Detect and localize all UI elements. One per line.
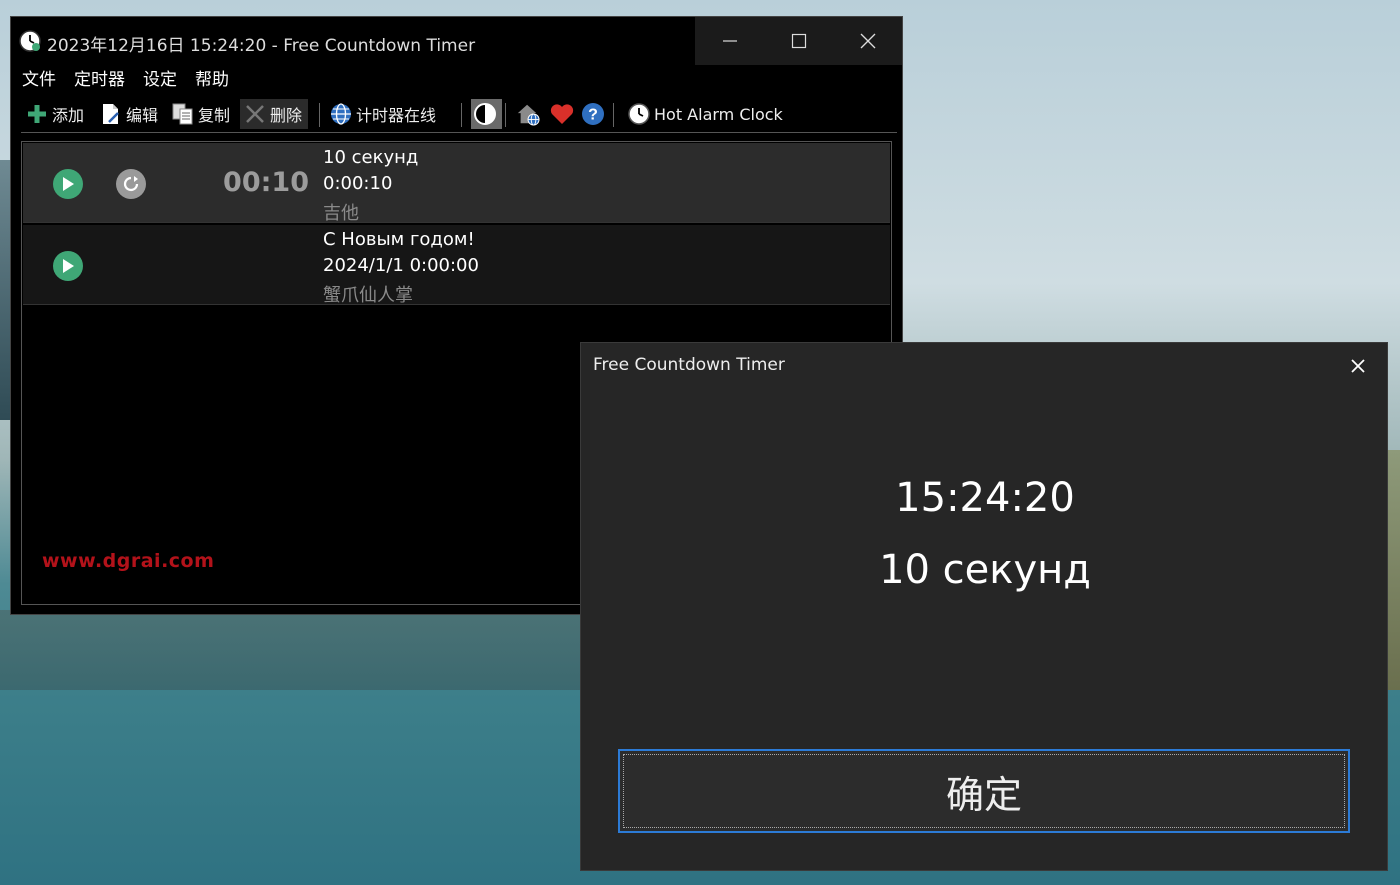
delete-label: 删除 bbox=[270, 106, 303, 125]
play-icon bbox=[63, 259, 74, 273]
menu-help[interactable]: 帮助 bbox=[184, 67, 236, 93]
dialog-time: 15:24:20 bbox=[895, 475, 1075, 521]
help-button[interactable]: ? bbox=[581, 99, 608, 129]
maximize-icon bbox=[791, 33, 806, 49]
timer-online-label: 计时器在线 bbox=[356, 106, 437, 125]
timer-sound: 蟹爪仙人掌 bbox=[323, 285, 413, 306]
timer-row[interactable]: С Новым годом! 2024/1/1 0:00:00 蟹爪仙人掌 bbox=[23, 225, 890, 306]
toolbar-separator bbox=[319, 103, 320, 127]
delete-x-icon bbox=[243, 102, 267, 126]
play-button[interactable] bbox=[53, 251, 83, 281]
timer-duration: 0:00:10 bbox=[323, 173, 393, 194]
close-icon bbox=[860, 33, 875, 49]
delete-button[interactable]: 删除 bbox=[240, 99, 309, 129]
alarm-dialog: Free Countdown Timer 15:24:20 10 секунд … bbox=[580, 342, 1388, 871]
timer-row[interactable]: 00:10 10 секунд 0:00:10 吉他 bbox=[23, 143, 890, 224]
minimize-button[interactable] bbox=[695, 17, 764, 65]
menu-settings[interactable]: 设定 bbox=[132, 67, 184, 93]
hot-alarm-clock-label: Hot Alarm Clock bbox=[654, 104, 783, 124]
repeat-button[interactable] bbox=[116, 169, 146, 199]
repeat-icon bbox=[123, 176, 139, 192]
toolbar-separator bbox=[461, 103, 462, 127]
timer-name: С Новым годом! bbox=[323, 229, 475, 250]
copy-button[interactable]: 复制 bbox=[171, 99, 230, 129]
theme-toggle-button[interactable] bbox=[471, 99, 502, 129]
toolbar: 添加 编辑 复制 删除 计时器在线 ? Hot Alarm Clock bbox=[21, 97, 897, 133]
add-label: 添加 bbox=[52, 106, 85, 125]
donate-button[interactable] bbox=[550, 99, 577, 129]
homepage-button[interactable] bbox=[516, 99, 543, 129]
maximize-button[interactable] bbox=[764, 17, 833, 65]
edit-label: 编辑 bbox=[126, 106, 159, 125]
dialog-timer-name: 10 секунд bbox=[879, 547, 1091, 593]
ok-button[interactable]: 确定 bbox=[618, 749, 1350, 833]
toolbar-separator bbox=[505, 103, 506, 127]
timer-countdown: 00:10 bbox=[223, 167, 309, 198]
copy-icon bbox=[171, 102, 195, 126]
title-bar[interactable]: 2023年12月16日 15:24:20 - Free Countdown Ti… bbox=[11, 17, 902, 65]
close-button[interactable] bbox=[833, 17, 902, 65]
edit-document-icon bbox=[99, 102, 123, 126]
heart-icon bbox=[550, 102, 574, 126]
menu-bar: 文件 定时器 设定 帮助 bbox=[11, 67, 236, 93]
timer-name: 10 секунд bbox=[323, 147, 419, 168]
timer-sound: 吉他 bbox=[323, 203, 359, 224]
timer-online-button[interactable]: 计时器在线 bbox=[329, 99, 436, 129]
window-title: 2023年12月16日 15:24:20 - Free Countdown Ti… bbox=[47, 36, 476, 56]
globe-icon bbox=[329, 102, 353, 126]
plus-icon bbox=[25, 102, 49, 126]
dialog-title: Free Countdown Timer bbox=[593, 355, 785, 375]
menu-file[interactable]: 文件 bbox=[11, 67, 63, 93]
toolbar-separator bbox=[613, 103, 614, 127]
clock-app-icon bbox=[19, 30, 41, 52]
contrast-icon bbox=[473, 102, 497, 126]
minimize-icon bbox=[722, 40, 737, 42]
menu-timer[interactable]: 定时器 bbox=[63, 67, 132, 93]
dialog-close-button[interactable] bbox=[1343, 351, 1373, 381]
copy-label: 复制 bbox=[198, 106, 231, 125]
edit-button[interactable]: 编辑 bbox=[99, 99, 158, 129]
hot-alarm-clock-button[interactable]: Hot Alarm Clock bbox=[627, 99, 783, 129]
home-globe-icon bbox=[516, 102, 540, 126]
watermark-text: www.dgrai.com bbox=[42, 550, 215, 572]
caption-buttons bbox=[695, 17, 902, 65]
svg-text:?: ? bbox=[588, 107, 598, 124]
alarm-clock-icon bbox=[627, 102, 651, 126]
close-icon bbox=[1351, 359, 1365, 373]
desktop-background-trees bbox=[0, 610, 580, 690]
play-button[interactable] bbox=[53, 169, 83, 199]
add-button[interactable]: 添加 bbox=[25, 99, 84, 129]
timer-datetime: 2024/1/1 0:00:00 bbox=[323, 255, 479, 276]
help-question-icon: ? bbox=[581, 102, 605, 126]
play-icon bbox=[63, 177, 74, 191]
